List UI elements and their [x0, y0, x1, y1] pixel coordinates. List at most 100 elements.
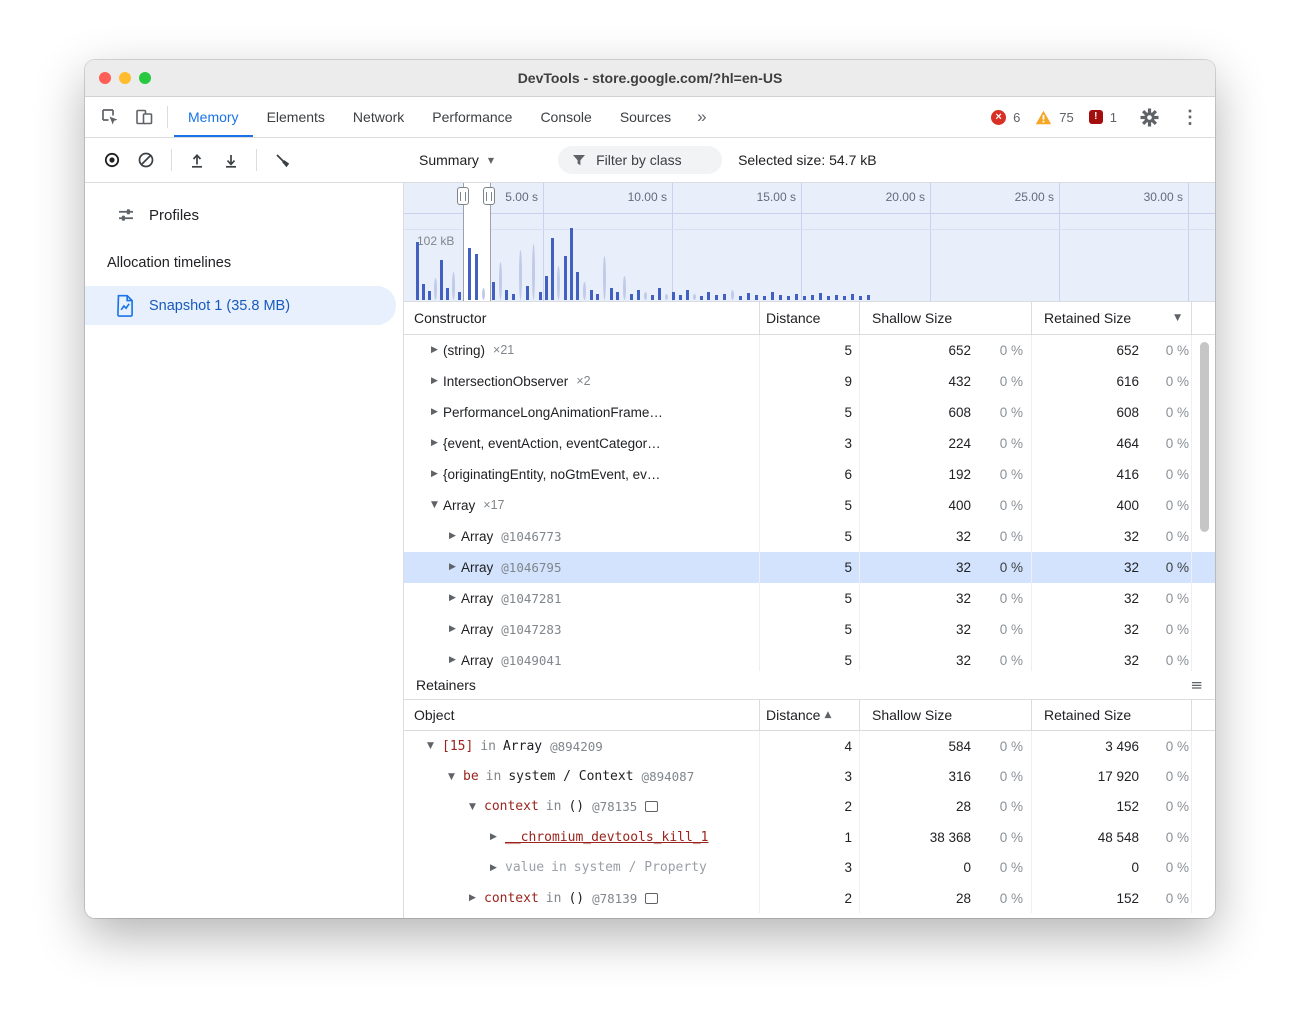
zoom-button[interactable]	[139, 72, 151, 84]
clear-icon[interactable]	[129, 143, 163, 177]
timeline-bar	[623, 276, 626, 300]
more-options-icon[interactable]: ⋮	[1173, 101, 1207, 133]
perspective-select[interactable]: Summary ▼	[419, 152, 494, 168]
class-filter[interactable]	[558, 146, 722, 174]
allocation-timeline[interactable]: 5.00 s10.00 s15.00 s20.00 s25.00 s30.00 …	[404, 183, 1215, 302]
expand-arrow-icon[interactable]: ▶	[426, 407, 443, 417]
console-errors-icon[interactable]: ×	[991, 110, 1006, 125]
shallow-size-cell: 00 %	[859, 853, 1031, 883]
constructor-row[interactable]: ▶Array@10467955320 %320 %	[404, 552, 1215, 583]
retainer-row[interactable]: ▼[15]inArray@89420945840 %3 4960 %	[404, 731, 1215, 761]
property-name: context	[484, 799, 539, 814]
expand-arrow-icon[interactable]: ▶	[426, 438, 443, 448]
distance-cell: 6	[759, 459, 859, 490]
constructor-row[interactable]: ▶{event, eventAction, eventCategor…32240…	[404, 428, 1215, 459]
tab-network[interactable]: Network	[339, 97, 418, 137]
selection-handle[interactable]	[483, 187, 495, 205]
column-header-distance[interactable]: Distance ▲	[759, 700, 859, 730]
warnings-count[interactable]: 75	[1059, 110, 1073, 125]
retained-size-cell: 6160 %	[1031, 366, 1191, 397]
expand-arrow-icon[interactable]: ▶	[485, 832, 502, 842]
row-gutter	[1191, 761, 1215, 791]
expand-arrow-icon[interactable]: ▶	[444, 655, 461, 665]
expand-arrow-icon[interactable]: ▶	[444, 624, 461, 634]
vertical-scrollbar[interactable]	[1200, 342, 1209, 532]
tab-memory[interactable]: Memory	[174, 97, 253, 137]
issues-icon[interactable]: !	[1089, 110, 1103, 124]
filter-funnel-icon	[572, 154, 586, 167]
tab-console[interactable]: Console	[526, 97, 605, 137]
selection-handle[interactable]	[457, 187, 469, 205]
more-tabs-icon[interactable]: »	[685, 107, 718, 127]
close-button[interactable]	[99, 72, 111, 84]
column-header-retained-size[interactable]: Retained Size ▼	[1031, 302, 1191, 334]
column-header-constructor[interactable]: Constructor	[404, 302, 759, 334]
timeline-bar	[564, 256, 567, 300]
errors-count[interactable]: 6	[1013, 110, 1020, 125]
constructor-cell: ▶PerformanceLongAnimationFrame…	[404, 397, 759, 428]
expand-arrow-icon[interactable]: ▶	[426, 376, 443, 386]
expand-arrow-icon[interactable]: ▶	[426, 469, 443, 479]
column-header-object[interactable]: Object	[404, 700, 759, 730]
issues-count[interactable]: 1	[1110, 110, 1117, 125]
constructor-row[interactable]: ▶Array@10472815320 %320 %	[404, 583, 1215, 614]
constructor-row[interactable]: ▼Array×1754000 %4000 %	[404, 490, 1215, 521]
retainer-row[interactable]: ▶valueinsystem / Property300 %00 %	[404, 853, 1215, 883]
tab-sources[interactable]: Sources	[606, 97, 685, 137]
column-header-distance[interactable]: Distance	[759, 302, 859, 334]
menu-icon[interactable]: ≡	[1190, 676, 1203, 694]
timeline-bar	[679, 295, 682, 300]
collapse-arrow-icon[interactable]: ▼	[426, 500, 443, 510]
collapse-arrow-icon[interactable]: ▼	[422, 741, 439, 751]
inspect-element-icon[interactable]	[93, 101, 127, 133]
expand-arrow-icon[interactable]: ▶	[444, 531, 461, 541]
constructor-row[interactable]: ▶(string)×2156520 %6520 %	[404, 335, 1215, 366]
retained-size-label: Retained Size	[1044, 310, 1131, 326]
record-heap-icon[interactable]	[95, 143, 129, 177]
constructor-row[interactable]: ▶Array@10467735320 %320 %	[404, 521, 1215, 552]
expand-arrow-icon[interactable]: ▶	[444, 593, 461, 603]
save-profile-icon[interactable]	[214, 143, 248, 177]
column-header-retained-size[interactable]: Retained Size	[1031, 700, 1191, 730]
constructor-name: Array	[461, 529, 493, 544]
expand-arrow-icon[interactable]: ▶	[444, 562, 461, 572]
device-toolbar-icon[interactable]	[127, 101, 161, 133]
collapse-arrow-icon[interactable]: ▼	[443, 772, 460, 782]
memory-toolbar: Summary ▼ Selected size: 54.7 kB	[85, 138, 1215, 183]
constructor-row[interactable]: ▶Array@10490415320 %320 %	[404, 645, 1215, 671]
clear-profiles-broom-icon[interactable]	[265, 143, 299, 177]
constructor-row[interactable]: ▶{originatingEntity, noGtmEvent, ev…6192…	[404, 459, 1215, 490]
constructor-row[interactable]: ▶IntersectionObserver×294320 %6160 %	[404, 366, 1215, 397]
retainer-row[interactable]: ▶__chromium_devtools_kill_1138 3680 %48 …	[404, 822, 1215, 852]
console-warnings-icon[interactable]	[1035, 110, 1052, 125]
minimize-button[interactable]	[119, 72, 131, 84]
expand-arrow-icon[interactable]: ▶	[485, 863, 502, 873]
column-header-shallow-size[interactable]: Shallow Size	[859, 700, 1031, 730]
retainer-row[interactable]: ▶contextin()@781392280 %1520 %	[404, 883, 1215, 913]
tab-elements[interactable]: Elements	[253, 97, 339, 137]
constructor-row[interactable]: ▶PerformanceLongAnimationFrame…56080 %60…	[404, 397, 1215, 428]
timeline-bar	[468, 248, 471, 300]
constructor-name: Array	[461, 560, 493, 575]
property-name: [15]	[442, 739, 473, 754]
timeline-bar	[686, 290, 689, 300]
column-header-shallow-size[interactable]: Shallow Size	[859, 302, 1031, 334]
snapshot-item[interactable]: Snapshot 1 (35.8 MB)	[85, 286, 396, 325]
load-profile-icon[interactable]	[180, 143, 214, 177]
constructor-cell: ▶Array@1047281	[404, 583, 759, 614]
frame-icon	[645, 801, 658, 812]
expand-arrow-icon[interactable]: ▶	[426, 345, 443, 355]
expand-arrow-icon[interactable]: ▶	[464, 893, 481, 903]
timeline-bar	[519, 250, 522, 300]
class-filter-input[interactable]	[594, 151, 708, 169]
timeline-bar	[637, 290, 640, 300]
timeline-bar	[787, 296, 790, 300]
constructor-row[interactable]: ▶Array@10472835320 %320 %	[404, 614, 1215, 645]
collapse-arrow-icon[interactable]: ▼	[464, 802, 481, 812]
settings-gear-icon[interactable]	[1132, 101, 1166, 133]
profiles-sidebar: Profiles Allocation timelines Snapshot 1…	[85, 183, 404, 918]
tab-performance[interactable]: Performance	[418, 97, 526, 137]
retainer-row[interactable]: ▼beinsystem / Context@89408733160 %17 92…	[404, 761, 1215, 791]
timeline-time-label: 15.00 s	[731, 190, 796, 204]
retainer-row[interactable]: ▼contextin()@781352280 %1520 %	[404, 792, 1215, 822]
